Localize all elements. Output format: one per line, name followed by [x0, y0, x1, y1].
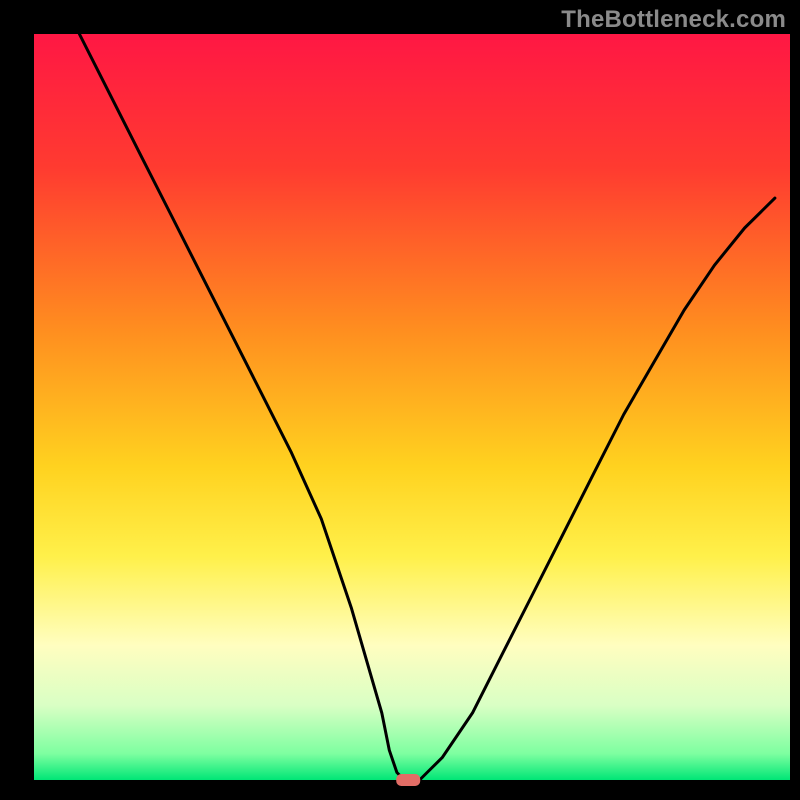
chart-frame: TheBottleneck.com — [0, 0, 800, 800]
watermark-text: TheBottleneck.com — [561, 6, 786, 34]
bottleneck-chart — [0, 0, 800, 800]
optimum-marker — [396, 774, 420, 786]
plot-background — [34, 34, 790, 780]
